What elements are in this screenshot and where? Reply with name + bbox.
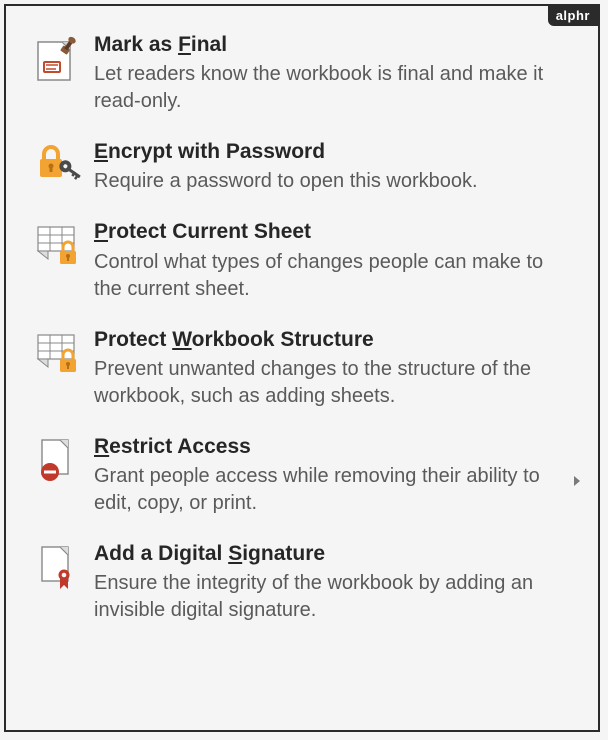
menu-item-title: Restrict Access xyxy=(94,434,576,459)
menu-item-title: Add a Digital Signature xyxy=(94,541,576,566)
document-signature-icon xyxy=(28,541,88,591)
workbook-lock-icon xyxy=(28,327,88,377)
chevron-right-icon xyxy=(574,476,580,486)
stamp-icon xyxy=(28,32,88,82)
menu-item-protect-workbook-structure[interactable]: Protect Workbook Structure Prevent unwan… xyxy=(20,321,584,428)
menu-item-description: Require a password to open this workbook… xyxy=(94,168,576,195)
menu-item-description: Ensure the integrity of the workbook by … xyxy=(94,570,576,624)
menu-item-title: Encrypt with Password xyxy=(94,139,576,164)
lock-key-icon xyxy=(28,139,88,189)
menu-item-title: Protect Current Sheet xyxy=(94,219,576,244)
menu-item-encrypt-with-password[interactable]: Encrypt with Password Require a password… xyxy=(20,133,584,213)
menu-item-description: Prevent unwanted changes to the structur… xyxy=(94,356,576,410)
menu-item-mark-as-final[interactable]: Mark as Final Let readers know the workb… xyxy=(20,26,584,133)
menu-item-title: Protect Workbook Structure xyxy=(94,327,576,352)
watermark-label: alphr xyxy=(548,6,598,26)
menu-item-add-digital-signature[interactable]: Add a Digital Signature Ensure the integ… xyxy=(20,535,584,642)
menu-item-description: Control what types of changes people can… xyxy=(94,249,576,303)
menu-item-protect-current-sheet[interactable]: Protect Current Sheet Control what types… xyxy=(20,213,584,320)
menu-item-description: Grant people access while removing their… xyxy=(94,463,576,517)
menu-list: Mark as Final Let readers know the workb… xyxy=(6,6,598,642)
menu-item-title: Mark as Final xyxy=(94,32,576,57)
protect-workbook-menu: alphr xyxy=(4,4,600,732)
sheet-lock-icon xyxy=(28,219,88,269)
menu-item-restrict-access[interactable]: Restrict Access Grant people access whil… xyxy=(20,428,584,535)
document-restrict-icon xyxy=(28,434,88,484)
menu-item-description: Let readers know the workbook is final a… xyxy=(94,61,576,115)
